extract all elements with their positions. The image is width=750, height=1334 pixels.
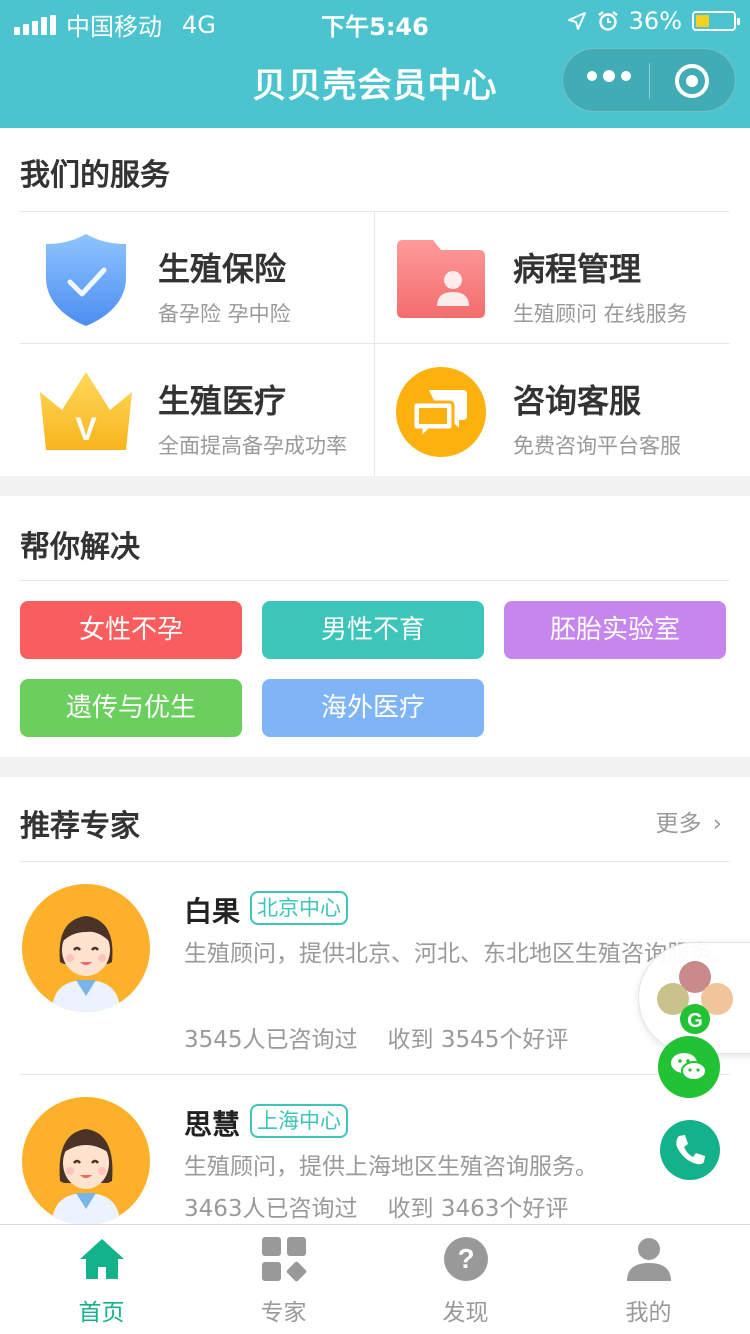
battery-percent: 36% <box>628 7 682 35</box>
location-icon <box>567 12 586 30</box>
service-name: 生殖医疗 <box>158 382 287 420</box>
tab-bar: 首页 专家 ? 发现 我的 <box>0 1224 750 1334</box>
expert-card[interactable]: 白果 北京中心 生殖顾问，提供北京、河北、东北地区生殖咨询服务。 3545人已咨… <box>0 862 750 1074</box>
tag-embryo-lab[interactable]: 胚胎实验室 <box>504 601 726 659</box>
tab-discover[interactable]: ? 发现 <box>372 1225 559 1334</box>
experts-title: 推荐专家 <box>20 809 140 844</box>
phone-icon <box>676 1135 705 1165</box>
solutions-title: 帮你解决 <box>20 530 140 565</box>
avatar <box>22 884 150 1012</box>
more-label: 更多 <box>655 811 702 837</box>
service-name: 生殖保险 <box>158 250 287 288</box>
tab-mine[interactable]: 我的 <box>555 1225 742 1334</box>
battery-icon <box>692 11 740 31</box>
services-title: 我们的服务 <box>20 158 170 193</box>
expert-name: 思慧 <box>184 1108 241 1141</box>
tag-overseas-medical[interactable]: 海外医疗 <box>262 679 484 737</box>
wechat-button[interactable] <box>658 1036 720 1098</box>
top-bar: 中国移动 4G 下午5:46 36% 贝贝壳会员中心 <box>0 0 750 128</box>
question-icon: ? <box>444 1237 488 1281</box>
service-insurance[interactable]: 生殖保险 备孕险 孕中险 <box>20 212 375 344</box>
expert-center-badge: 北京中心 <box>250 891 348 925</box>
wechat-icon <box>671 1053 707 1081</box>
svg-text:?: ? <box>457 1243 474 1274</box>
service-name: 病程管理 <box>513 250 642 288</box>
praise-count: 收到 3545个好评 <box>387 1027 569 1053</box>
service-consult[interactable]: 咨询客服 免费咨询平台客服 <box>375 344 730 476</box>
service-desc: 全面提高备孕成功率 <box>158 434 347 458</box>
chat-bubbles-icon <box>396 367 486 457</box>
user-icon <box>627 1238 671 1281</box>
service-medical[interactable]: V 生殖医疗 全面提高备孕成功率 <box>20 344 375 476</box>
svg-text:V: V <box>75 411 97 447</box>
expert-stats: 3545人已咨询过 收到 3545个好评 <box>184 1020 568 1054</box>
tab-label: 首页 <box>78 1300 125 1326</box>
service-desc: 生殖顾问 在线服务 <box>513 302 688 326</box>
service-desc: 免费咨询平台客服 <box>513 434 681 458</box>
avatar <box>22 1097 150 1225</box>
solutions-section: 帮你解决 女性不孕 男性不育 胚胎实验室 遗传与优生 海外医疗 <box>0 496 750 757</box>
tab-home[interactable]: 首页 <box>8 1225 195 1334</box>
close-target-icon[interactable] <box>675 64 709 98</box>
mini-program-capsule <box>562 48 736 112</box>
folder-user-icon <box>397 240 485 318</box>
expert-name: 白果 <box>184 895 241 928</box>
expert-stats: 3463人已咨询过 收到 3463个好评 <box>184 1189 568 1223</box>
tag-genetics[interactable]: 遗传与优生 <box>20 679 242 737</box>
praise-count: 收到 3463个好评 <box>387 1196 569 1222</box>
tab-label: 发现 <box>442 1300 489 1326</box>
svg-text:G: G <box>687 1010 703 1032</box>
alarm-icon <box>597 11 618 31</box>
tag-female-infertility[interactable]: 女性不孕 <box>20 601 242 659</box>
consulted-count: 3545人已咨询过 <box>184 1027 358 1053</box>
more-menu-icon[interactable] <box>587 70 631 82</box>
service-case-management[interactable]: 病程管理 生殖顾问 在线服务 <box>375 212 730 344</box>
more-link[interactable]: 更多 › <box>655 804 722 838</box>
home-icon <box>80 1239 124 1279</box>
grid-icon <box>262 1237 307 1282</box>
service-name: 咨询客服 <box>513 382 642 420</box>
tab-label: 专家 <box>260 1300 307 1326</box>
tag-male-infertility[interactable]: 男性不育 <box>262 601 484 659</box>
phone-button[interactable] <box>660 1120 720 1180</box>
tab-label: 我的 <box>625 1300 672 1326</box>
consulted-count: 3463人已咨询过 <box>184 1196 358 1222</box>
expert-center-badge: 上海中心 <box>250 1104 348 1138</box>
status-bar: 中国移动 4G 下午5:46 36% <box>0 0 750 41</box>
shield-check-icon <box>46 234 126 326</box>
tab-experts[interactable]: 专家 <box>190 1225 377 1334</box>
crown-v-icon: V <box>40 372 132 450</box>
chevron-right-icon: › <box>712 811 722 837</box>
service-desc: 备孕险 孕中险 <box>158 302 291 326</box>
